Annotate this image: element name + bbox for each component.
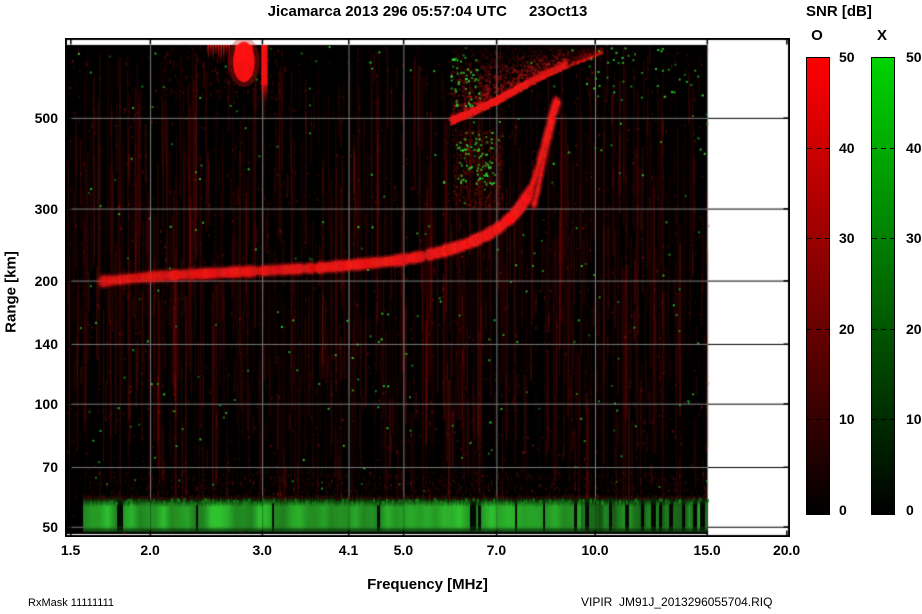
- colorbar-tick-dash: [872, 328, 894, 330]
- x-mode-label: X: [876, 27, 887, 44]
- snr-panel-title: SNR [dB]: [806, 3, 872, 20]
- colorbar-tick-dash: [872, 238, 894, 240]
- colorbar-tick-label: 10: [906, 411, 922, 428]
- y-tick-label: 140: [34, 335, 58, 352]
- colorbar-tick-dash: [807, 147, 829, 149]
- ionogram-viewer: Jicamarca 2013 296 05:57:04 UTC 23Oct13 R…: [0, 0, 922, 614]
- x-tick-label: 4.1: [338, 542, 359, 558]
- y-tick-label: 200: [34, 272, 58, 289]
- rx-mask-label: RxMask 11111111: [28, 597, 115, 609]
- ionogram-plot-canvas: [65, 38, 790, 537]
- data-file-label: VIPIR JM91J_2013296055704.RIQ: [581, 595, 773, 609]
- colorbar-tick-dash: [807, 419, 829, 421]
- colorbar-tick-dash: [872, 419, 894, 421]
- x-tick-label: 10.0: [581, 542, 609, 558]
- plot-title: Jicamarca 2013 296 05:57:04 UTC 23Oct13: [65, 3, 790, 20]
- x-mode-colorbar: [871, 57, 895, 515]
- colorbar-tick-label: 0: [906, 502, 914, 518]
- y-tick-label: 300: [34, 200, 58, 217]
- y-tick-label: 500: [34, 109, 58, 126]
- x-tick-label: 2.0: [140, 542, 160, 558]
- colorbar-tick-dash: [807, 328, 829, 330]
- colorbar-tick-dash: [807, 238, 829, 240]
- colorbar-tick-label: 10: [839, 411, 855, 428]
- x-tick-label: 1.5: [60, 542, 81, 558]
- colorbar-tick-label: 20: [839, 320, 855, 337]
- colorbar-tick-label: 0: [839, 502, 847, 518]
- y-tick-label: 50: [42, 518, 58, 535]
- colorbar-tick-label: 40: [906, 139, 922, 156]
- colorbar-tick-dash: [872, 147, 894, 149]
- x-tick-label: 3.0: [252, 542, 272, 558]
- y-tick-label: 100: [34, 395, 58, 412]
- plot-title-station-time: Jicamarca 2013 296 05:57:04 UTC: [267, 3, 507, 20]
- o-mode-label: O: [811, 27, 823, 44]
- o-mode-colorbar: [806, 57, 830, 515]
- plot-title-date: 23Oct13: [528, 3, 588, 20]
- snr-colorbar-panel: SNR [dB] O X 50 50 40 40 30 30 20 20 10 10 0 0: [793, 0, 922, 614]
- colorbar-tick-label: 40: [839, 139, 855, 156]
- x-tick-label: 7.0: [486, 542, 507, 558]
- colorbar-tick-label: 30: [839, 230, 855, 247]
- y-tick-label: 70: [42, 459, 58, 476]
- colorbar-tick-label: 50: [906, 49, 922, 65]
- colorbar-tick-label: 20: [906, 320, 922, 337]
- colorbar-tick-label: 50: [839, 49, 855, 65]
- x-tick-label: 5.0: [393, 542, 414, 558]
- x-tick-label: 15.0: [693, 542, 721, 558]
- x-axis-label: Frequency [MHz]: [367, 576, 488, 593]
- y-axis-label: Range [km]: [2, 251, 20, 333]
- colorbar-tick-label: 30: [906, 230, 922, 247]
